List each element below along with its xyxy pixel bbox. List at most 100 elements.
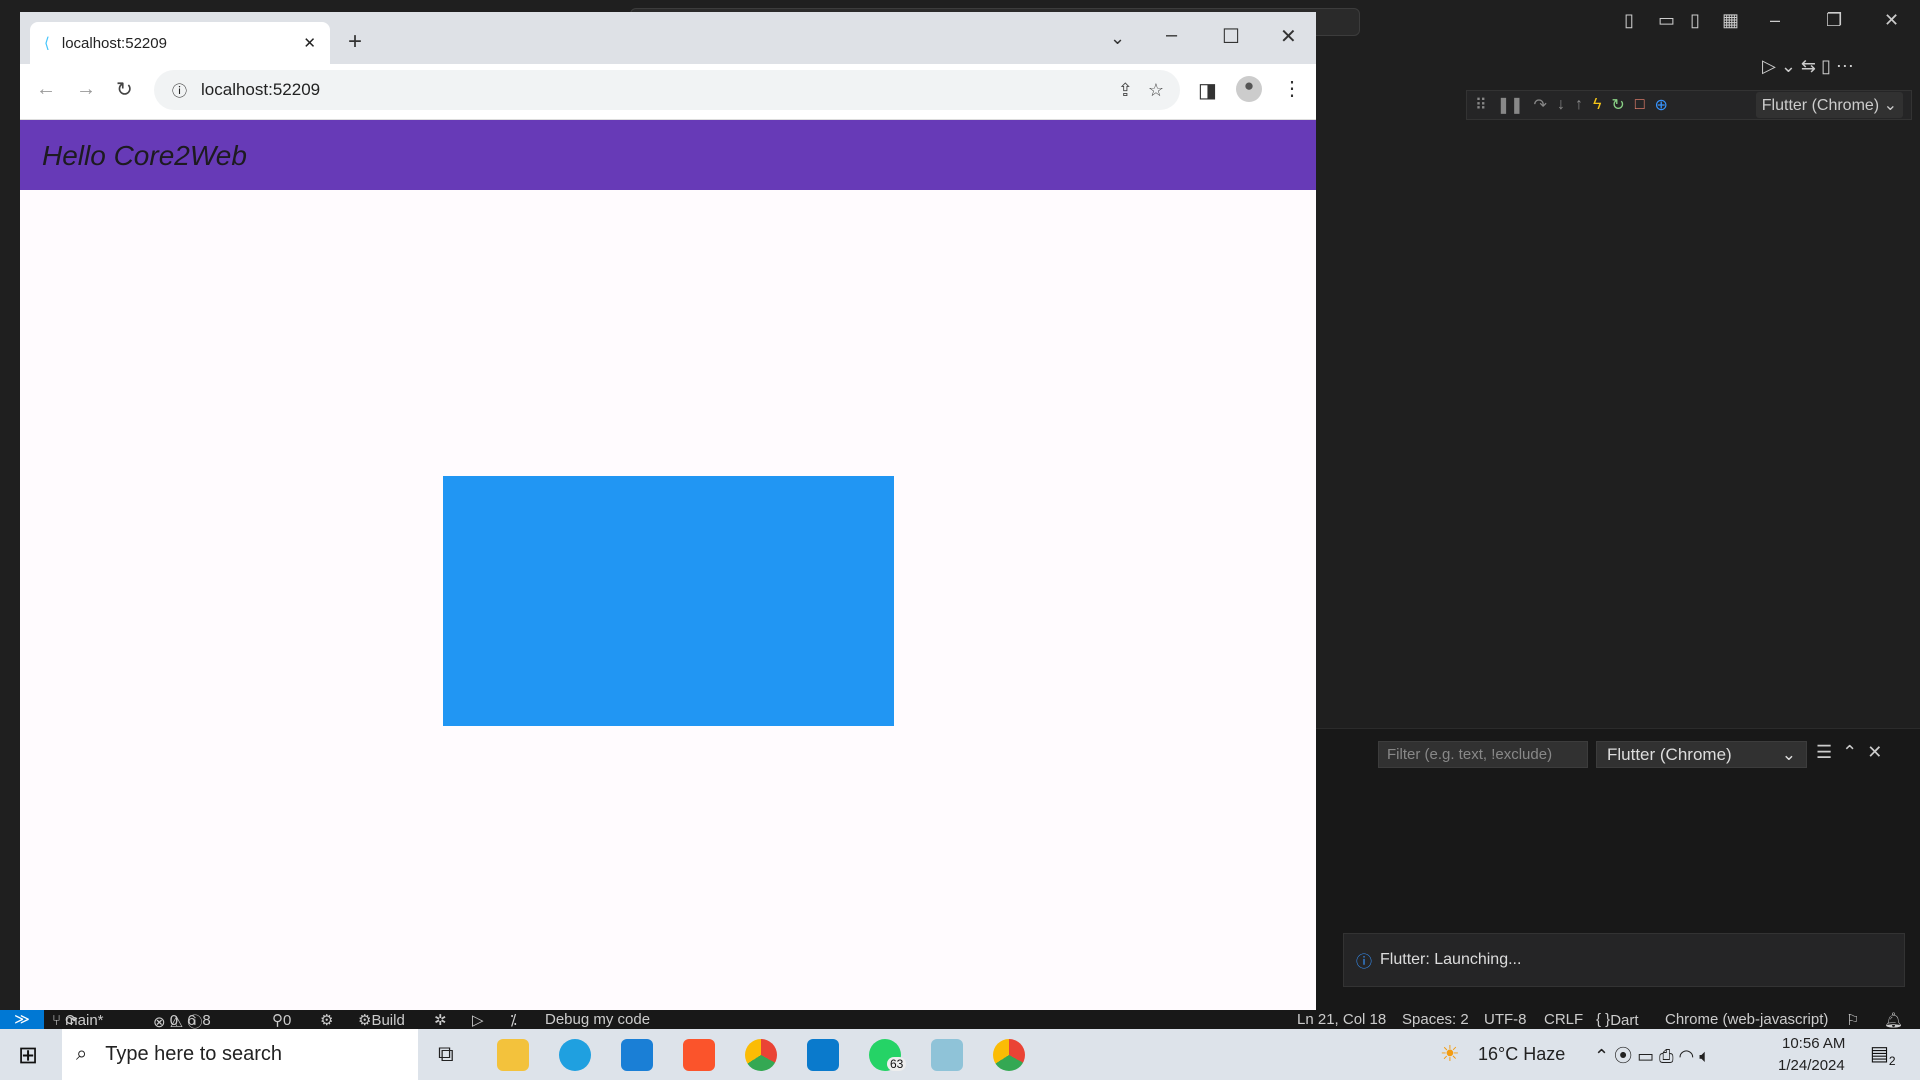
restore-icon[interactable]: ❐ — [1826, 10, 1842, 31]
branch-item[interactable]: ⑂ main* ⟳ — [52, 1011, 104, 1029]
remote-icon[interactable]: ≫ — [0, 1010, 44, 1029]
bug-icon[interactable]: ✲ — [434, 1011, 447, 1029]
notepad-icon[interactable] — [931, 1039, 963, 1071]
address-bar[interactable]: ⓘ localhost:52209 ⇪ ☆ — [154, 70, 1180, 110]
step-out-icon[interactable]: ↑ — [1575, 96, 1583, 114]
whatsapp-icon[interactable]: 63 — [869, 1039, 907, 1071]
debug-target-label: Flutter (Chrome) — [1761, 97, 1880, 114]
edge-icon[interactable] — [559, 1039, 591, 1071]
browser-tab[interactable]: ⟨ localhost:52209 ✕ — [30, 22, 330, 64]
windows-start-icon[interactable]: ⊞ — [18, 1041, 38, 1070]
side-panel-icon[interactable]: ◨ — [1198, 78, 1217, 103]
site-info-icon[interactable]: ⓘ — [172, 80, 187, 101]
status-bar: ≫ ⑂ main* ⟳ ⊗ 0 ⚠ 6 ⓘ 8 ⚲ 0 ⚙ ⚙ Build ✲ … — [0, 1010, 1920, 1031]
language-label: Dart — [1610, 1012, 1639, 1029]
maximize-window-icon[interactable]: ☐ — [1222, 24, 1240, 49]
ports-item[interactable]: ⚲ 0 — [272, 1011, 291, 1029]
file-explorer-icon[interactable] — [497, 1039, 529, 1071]
encoding[interactable]: UTF-8 — [1484, 1011, 1527, 1028]
close-tab-icon[interactable]: ✕ — [303, 34, 316, 52]
toggle-panel-icon[interactable]: ▭ — [1658, 10, 1675, 31]
output-channel-select[interactable]: Flutter (Chrome) ⌄ — [1596, 741, 1807, 768]
step-over-icon[interactable]: ↷ — [1534, 95, 1547, 115]
device-selector[interactable]: Chrome (web-javascript) — [1665, 1011, 1828, 1028]
debug-target-select[interactable]: Flutter (Chrome) ⌄ — [1755, 92, 1903, 118]
close-icon[interactable]: ✕ — [1884, 10, 1899, 31]
brave-icon[interactable] — [683, 1039, 715, 1071]
new-tab-icon[interactable]: + — [348, 28, 362, 56]
layout-icon[interactable]: ▦ — [1722, 10, 1739, 31]
run-icon[interactable]: ▷ ⌄ ⇆ ▯ ⋯ — [1762, 56, 1854, 77]
debug-toolbar: ⠿ ❚❚ ↷ ↓ ↑ ϟ ↻ □ ⊕ Flutter (Chrome) ⌄ — [1466, 90, 1912, 120]
toggle-secondary-sidebar-icon[interactable]: ▯ — [1690, 10, 1700, 31]
step-into-icon[interactable]: ↓ — [1557, 96, 1565, 114]
minimize-window-icon[interactable]: – — [1166, 24, 1177, 47]
filter-input[interactable]: Filter (e.g. text, !exclude) — [1378, 741, 1588, 768]
close-window-icon[interactable]: ✕ — [1280, 24, 1297, 49]
chrome-window: ⟨ localhost:52209 ✕ + ⌄ – ☐ ✕ ← → ↻ ⓘ lo… — [20, 12, 1316, 1010]
build-item[interactable]: ⚙ Build — [358, 1011, 405, 1029]
reload-icon[interactable]: ↻ — [116, 77, 133, 102]
task-view-icon[interactable]: ⧉ — [438, 1041, 454, 1067]
flutter-favicon-icon: ⟨ — [44, 35, 50, 52]
toggle-sidebar-icon[interactable]: ▯ — [1624, 10, 1634, 31]
tab-title: localhost:52209 — [61, 34, 167, 52]
cursor-position[interactable]: Ln 21, Col 18 — [1297, 1011, 1386, 1028]
toolbar: ← → ↻ ⓘ localhost:52209 ⇪ ☆ ◨ ● ⋮ — [20, 64, 1316, 120]
windows-taskbar: ⊞ ⌕ Type here to search ⧉ 63 ☀ 16°C Haze… — [0, 1029, 1920, 1080]
ports-count: 0 — [283, 1012, 292, 1029]
share-icon[interactable]: ⇪ — [1118, 80, 1133, 100]
search-placeholder: Type here to search — [105, 1043, 282, 1065]
feedback-icon[interactable]: ⚐ — [1846, 1011, 1859, 1029]
clock-time[interactable]: 10:56 AM — [1782, 1035, 1845, 1052]
whatsapp-badge: 63 — [887, 1057, 907, 1071]
tab-search-icon[interactable]: ⌄ — [1110, 28, 1125, 49]
notification-text: Flutter: Launching... — [1380, 951, 1522, 968]
error-count: 0 — [169, 1012, 179, 1029]
run-status-icon[interactable]: ▷ — [472, 1011, 484, 1029]
debug-config-icon[interactable]: ⚙ — [320, 1011, 333, 1029]
debug-my-code[interactable]: Debug my code — [545, 1011, 650, 1028]
minimize-icon[interactable]: – — [1770, 10, 1780, 31]
vscode-icon[interactable] — [807, 1039, 839, 1071]
action-center-icon[interactable]: ▤2 — [1870, 1041, 1896, 1068]
devtools-icon[interactable]: ⊕ — [1654, 95, 1667, 115]
maximize-panel-icon[interactable]: ⌃ — [1842, 742, 1857, 762]
chrome-icon[interactable] — [745, 1039, 777, 1071]
warning-count: 6 — [187, 1012, 196, 1029]
language-mode[interactable]: { } Dart — [1596, 1011, 1639, 1029]
drag-handle-icon[interactable]: ⠿ — [1475, 95, 1487, 115]
blue-container — [443, 476, 894, 726]
profile-avatar-icon[interactable]: ● — [1236, 76, 1262, 102]
line-ending[interactable]: CRLF — [1544, 1011, 1583, 1028]
weather-icon: ☀ — [1440, 1041, 1460, 1066]
app-bar: Hello Core2Web — [20, 120, 1316, 190]
indentation[interactable]: Spaces: 2 — [1402, 1011, 1469, 1028]
debug-code-icon[interactable]: ⁒ — [510, 1011, 517, 1029]
stop-icon[interactable]: □ — [1635, 96, 1645, 114]
url-text: localhost:52209 — [201, 80, 321, 99]
close-panel-icon[interactable]: ✕ — [1867, 742, 1882, 762]
back-icon[interactable]: ← — [36, 78, 56, 101]
info-icon: ⓘ — [1356, 954, 1373, 971]
clock-date[interactable]: 1/24/2024 — [1778, 1057, 1845, 1074]
mail-icon[interactable] — [621, 1039, 653, 1071]
taskbar-search[interactable]: ⌕ Type here to search — [62, 1029, 418, 1080]
notifications-bell-icon[interactable]: 🔔︎ — [1884, 1011, 1903, 1029]
notification-count: 2 — [1888, 1054, 1896, 1068]
search-icon: ⌕ — [76, 1043, 88, 1065]
weather-text[interactable]: 16°C Haze — [1478, 1044, 1565, 1065]
chrome-active-icon[interactable] — [993, 1039, 1025, 1071]
restart-icon[interactable]: ↻ — [1611, 95, 1624, 115]
info-count: 8 — [202, 1012, 211, 1029]
bookmark-star-icon[interactable]: ☆ — [1148, 80, 1164, 100]
tray-icons[interactable]: ⌃ ⦿ ▭ ⎙ ◠ 🔈︎ — [1594, 1042, 1710, 1068]
pause-icon[interactable]: ❚❚ — [1497, 95, 1524, 115]
panel-actions: ☰ ⌃ ✕ — [1816, 742, 1882, 763]
menu-icon[interactable]: ⋮ — [1282, 76, 1302, 101]
forward-icon[interactable]: → — [76, 78, 96, 101]
notification-toast: ⓘ Flutter: Launching... — [1343, 933, 1905, 987]
hot-reload-icon[interactable]: ϟ — [1593, 96, 1601, 114]
list-icon[interactable]: ☰ — [1816, 742, 1832, 762]
output-channel-label: Flutter (Chrome) — [1607, 745, 1732, 764]
